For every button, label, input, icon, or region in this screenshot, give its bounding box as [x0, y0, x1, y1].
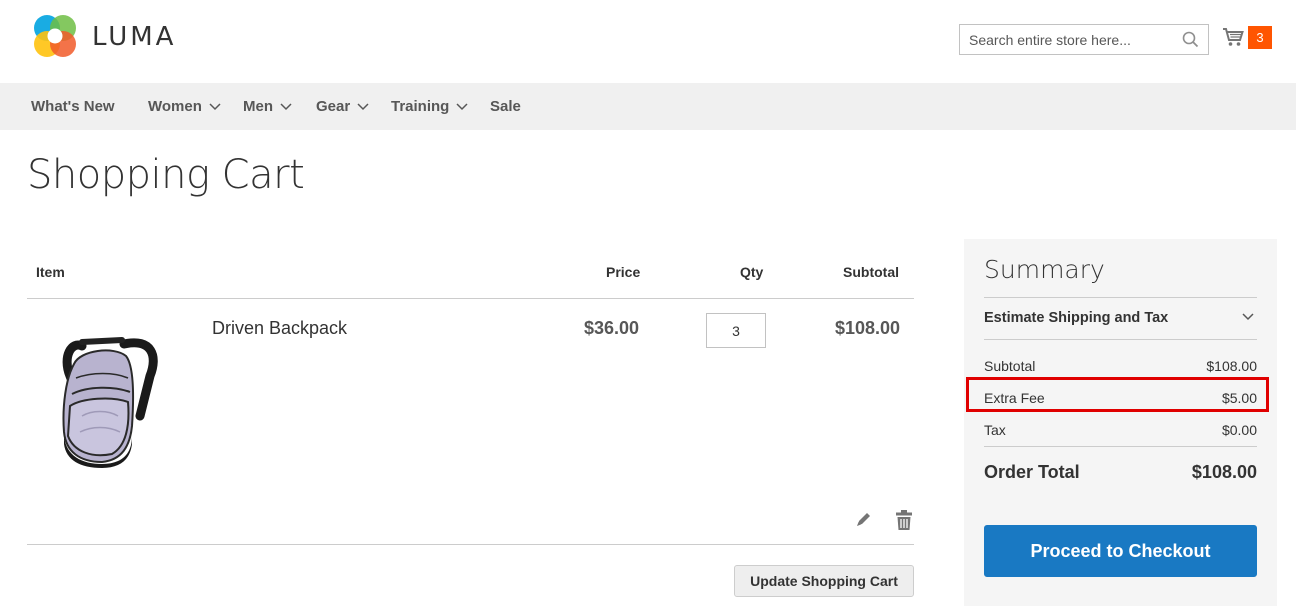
- nav-item-label: Gear: [316, 98, 351, 115]
- tax-label: Tax: [984, 422, 1006, 438]
- item-price: $36.00: [584, 318, 640, 338]
- subtotal-row: Subtotal $108.00: [984, 358, 1257, 374]
- luma-logo-icon: [34, 15, 76, 57]
- divider: [984, 446, 1257, 447]
- column-header-qty: Qty: [740, 264, 764, 280]
- nav-item-whats-new[interactable]: What's New: [31, 83, 115, 130]
- nav-item-label: Men: [243, 98, 273, 115]
- divider: [984, 339, 1257, 340]
- estimate-shipping-toggle[interactable]: Estimate Shipping and Tax: [984, 310, 1257, 326]
- subtotal-value: $108.00: [1206, 358, 1257, 374]
- item-subtotal: $108.00: [835, 318, 901, 338]
- column-header-item: Item: [36, 264, 65, 280]
- cart-count-badge[interactable]: 3: [1248, 26, 1272, 49]
- nav-item-men[interactable]: Men: [243, 83, 292, 130]
- qty-input[interactable]: [706, 313, 766, 348]
- tax-value: $0.00: [1221, 422, 1257, 438]
- column-header-price: Price: [606, 264, 641, 280]
- chevron-down-icon: [357, 102, 369, 110]
- nav-item-sale[interactable]: Sale: [490, 83, 521, 130]
- nav-item-label: Sale: [490, 98, 521, 115]
- nav-item-women[interactable]: Women: [148, 83, 221, 130]
- order-total-label: Order Total: [984, 462, 1080, 482]
- nav-item-label: What's New: [31, 98, 115, 115]
- logo-text: LUMA: [92, 22, 177, 52]
- order-summary: Summary Estimate Shipping and Tax Subtot…: [964, 239, 1277, 606]
- divider: [984, 297, 1257, 298]
- search-box: [959, 24, 1209, 55]
- chevron-down-icon: [209, 102, 221, 110]
- nav-item-training[interactable]: Training: [391, 83, 468, 130]
- summary-title: Summary: [984, 255, 1105, 284]
- cart-icon[interactable]: [1222, 27, 1244, 52]
- nav-item-label: Women: [148, 98, 202, 115]
- trash-icon[interactable]: [896, 510, 912, 535]
- page-title: Shopping Cart: [27, 152, 305, 198]
- search-icon[interactable]: [1182, 31, 1199, 53]
- order-total-row: Order Total $108.00: [984, 462, 1257, 483]
- estimate-shipping-label: Estimate Shipping and Tax: [984, 310, 1169, 326]
- proceed-to-checkout-button[interactable]: Proceed to Checkout: [984, 525, 1257, 577]
- chevron-down-icon: [1242, 313, 1254, 321]
- edit-icon[interactable]: [855, 511, 872, 533]
- header: LUMA 3: [0, 0, 1296, 83]
- chevron-down-icon: [280, 102, 292, 110]
- subtotal-label: Subtotal: [984, 358, 1036, 374]
- main-navigation: What's New Women Men Gear Training Sale: [0, 83, 1296, 130]
- nav-item-label: Training: [391, 98, 450, 115]
- chevron-down-icon: [456, 102, 468, 110]
- divider: [27, 298, 914, 299]
- tax-row: Tax $0.00: [984, 422, 1257, 438]
- column-header-subtotal: Subtotal: [843, 264, 899, 280]
- nav-item-gear[interactable]: Gear: [316, 83, 369, 130]
- divider: [27, 544, 914, 545]
- update-shopping-cart-button[interactable]: Update Shopping Cart: [734, 565, 914, 597]
- search-input[interactable]: [960, 25, 1170, 54]
- highlight-box: [966, 377, 1269, 412]
- product-image[interactable]: [52, 336, 160, 473]
- product-name-link[interactable]: Driven Backpack: [212, 318, 347, 339]
- luma-logo[interactable]: LUMA: [32, 14, 176, 60]
- order-total-value: $108.00: [1191, 462, 1257, 482]
